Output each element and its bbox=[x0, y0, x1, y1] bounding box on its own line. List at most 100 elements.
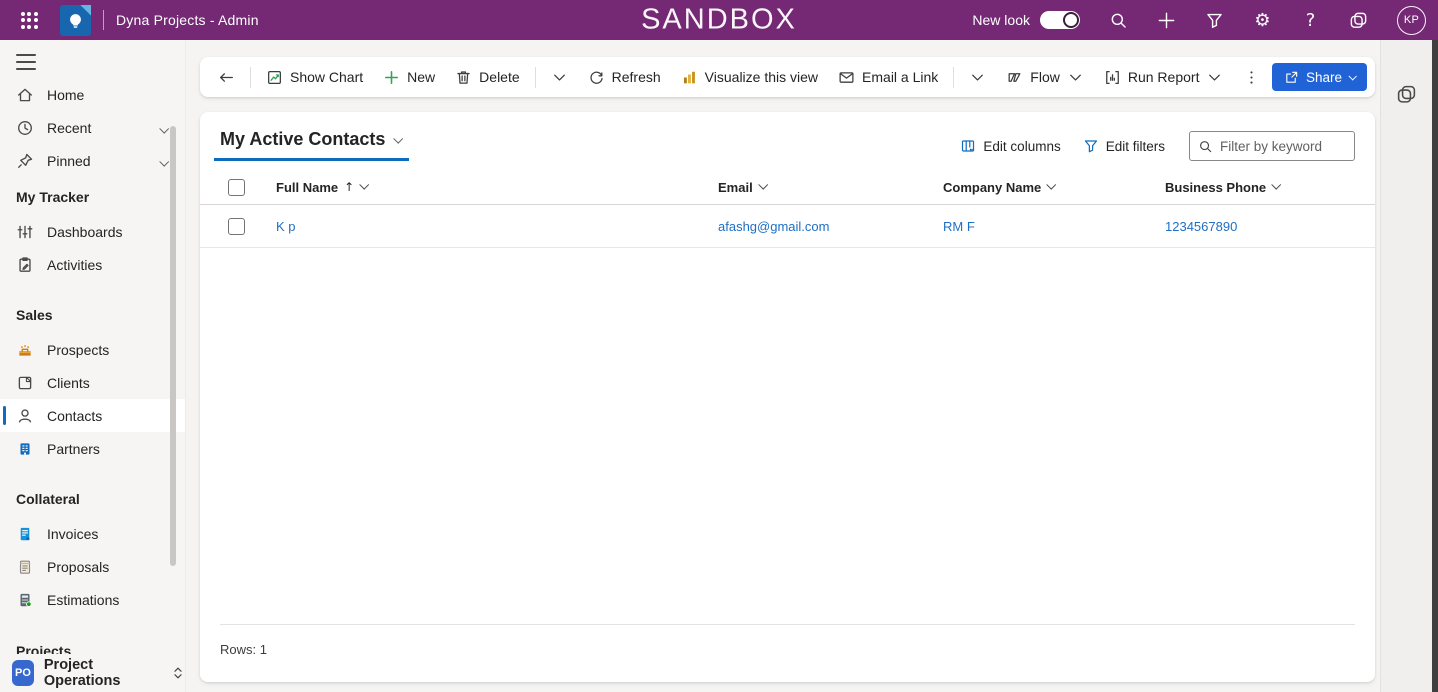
column-header-email[interactable]: Email bbox=[708, 180, 933, 195]
app-launcher-waffle-icon[interactable] bbox=[10, 1, 48, 39]
activities-icon bbox=[16, 256, 34, 274]
sidebar-item-dashboards[interactable]: Dashboards bbox=[0, 215, 185, 248]
cmd-show-chart-button[interactable]: Show Chart bbox=[256, 62, 373, 92]
cmd-new-button[interactable]: New bbox=[373, 62, 445, 92]
sidebar-item-label: Activities bbox=[47, 257, 102, 273]
chevron-down-icon bbox=[551, 69, 568, 86]
chevron-down-icon bbox=[394, 134, 404, 144]
cmd-more-commands-button[interactable] bbox=[1233, 62, 1270, 92]
toggle-switch[interactable] bbox=[1040, 11, 1080, 29]
sidebar-item-partners[interactable]: Partners bbox=[0, 432, 185, 465]
share-button[interactable]: Share bbox=[1272, 63, 1367, 91]
cell-business-phone-link[interactable]: 1234567890 bbox=[1165, 219, 1237, 234]
search-icon[interactable] bbox=[1109, 11, 1128, 30]
copilot-icon[interactable] bbox=[1349, 11, 1368, 30]
cmd-flow-button[interactable]: Flow bbox=[996, 62, 1094, 92]
column-header-company-name[interactable]: Company Name bbox=[933, 180, 1155, 195]
sidebar-item-invoices[interactable]: Invoices bbox=[0, 517, 185, 550]
sidebar-item-activities[interactable]: Activities bbox=[0, 248, 185, 281]
view-selector[interactable]: My Active Contacts bbox=[214, 125, 409, 161]
column-label: Company Name bbox=[943, 180, 1041, 195]
sidebar-item-label: Estimations bbox=[47, 592, 119, 608]
area-switcher-chevrons-icon bbox=[171, 666, 185, 680]
cmd-label: Flow bbox=[1030, 69, 1060, 85]
cmd-run-report-button[interactable]: Run Report bbox=[1094, 62, 1234, 92]
run-report-icon bbox=[1104, 69, 1121, 86]
cmd-label: Refresh bbox=[612, 69, 661, 85]
cmd-visualize-this-view-button[interactable]: Visualize this view bbox=[671, 62, 828, 92]
command-bar: Show Chart New Delete Refresh Visualize this… bbox=[200, 57, 1375, 97]
delete-icon bbox=[455, 69, 472, 86]
flow-icon bbox=[1006, 69, 1023, 86]
environment-banner[interactable]: SANDBOX bbox=[641, 4, 797, 37]
sidebar-item-label: Dashboards bbox=[47, 224, 123, 240]
cmd-label: Visualize this view bbox=[705, 69, 818, 85]
cmd-refresh-button[interactable]: Refresh bbox=[578, 62, 671, 92]
new-look-toggle[interactable]: New look bbox=[972, 11, 1080, 29]
filter-icon[interactable] bbox=[1205, 11, 1224, 30]
cmd-label: Delete bbox=[479, 69, 519, 85]
cmd-label: Email a Link bbox=[862, 69, 938, 85]
cmd-delete-overflow-button[interactable] bbox=[541, 62, 578, 92]
contacts-icon bbox=[16, 407, 34, 425]
home-icon bbox=[16, 86, 34, 104]
commandbar-divider bbox=[250, 67, 251, 88]
table-row[interactable]: K p afashg@gmail.com RM F 1234567890 bbox=[200, 205, 1375, 248]
cell-full-name-link[interactable]: K p bbox=[276, 219, 296, 234]
app-logo-icon[interactable] bbox=[60, 5, 91, 36]
window-edge-strip bbox=[1432, 40, 1438, 692]
sidebar-item-pinned[interactable]: Pinned bbox=[0, 144, 185, 177]
filter-by-keyword-input[interactable] bbox=[1220, 139, 1340, 154]
commandbar-divider bbox=[535, 67, 536, 88]
clients-icon bbox=[16, 374, 34, 392]
cmd-label: Show Chart bbox=[290, 69, 363, 85]
column-label: Full Name bbox=[276, 180, 338, 195]
sidebar-scrollbar[interactable] bbox=[170, 126, 176, 566]
column-header-business-phone[interactable]: Business Phone bbox=[1155, 180, 1375, 195]
cmd-email-a-link-button[interactable]: Email a Link bbox=[828, 62, 948, 92]
prospects-icon bbox=[16, 341, 34, 359]
edit-filters-icon bbox=[1083, 138, 1099, 154]
sidebar-item-contacts[interactable]: Contacts bbox=[0, 399, 185, 432]
edit-columns-button[interactable]: Edit columns bbox=[960, 138, 1060, 154]
cmd-delete-button[interactable]: Delete bbox=[445, 62, 529, 92]
sidebar-item-clients[interactable]: Clients bbox=[0, 366, 185, 399]
chevron-down-icon bbox=[359, 180, 369, 190]
add-icon[interactable] bbox=[1157, 11, 1176, 30]
sidebar-item-prospects[interactable]: Prospects bbox=[0, 333, 185, 366]
help-icon[interactable]: ? bbox=[1301, 11, 1320, 30]
sidebar-item-estimations[interactable]: Estimations bbox=[0, 583, 185, 616]
cmd-email-overflow-button[interactable] bbox=[959, 62, 996, 92]
row-checkbox[interactable] bbox=[228, 218, 245, 235]
share-label: Share bbox=[1306, 70, 1342, 85]
sort-ascending-icon: ↑ bbox=[344, 180, 354, 194]
app-title[interactable]: Dyna Projects - Admin bbox=[116, 12, 259, 28]
copilot-icon[interactable] bbox=[1396, 84, 1417, 105]
cmd-back-button[interactable] bbox=[208, 62, 245, 92]
cmd-label: Run Report bbox=[1128, 69, 1200, 85]
dashboards-icon bbox=[16, 223, 34, 241]
cmd-label: New bbox=[407, 69, 435, 85]
area-switcher[interactable]: PO Project Operations bbox=[0, 654, 185, 692]
sidebar-item-recent[interactable]: Recent bbox=[0, 111, 185, 144]
email-icon bbox=[838, 69, 855, 86]
sidebar-item-proposals[interactable]: Proposals bbox=[0, 550, 185, 583]
invoices-icon bbox=[16, 525, 34, 543]
cell-email-link[interactable]: afashg@gmail.com bbox=[718, 219, 829, 234]
cell-company-name-link[interactable]: RM F bbox=[943, 219, 975, 234]
select-all-checkbox[interactable] bbox=[228, 179, 245, 196]
edit-filters-button[interactable]: Edit filters bbox=[1083, 138, 1165, 154]
refresh-icon bbox=[588, 69, 605, 86]
proposals-icon bbox=[16, 558, 34, 576]
column-header-full-name[interactable]: Full Name ↑ bbox=[266, 180, 708, 195]
grid-view-card: My Active Contacts Edit columns Edit fil… bbox=[200, 112, 1375, 682]
sidebar-item-home[interactable]: Home bbox=[0, 78, 185, 111]
collapse-sitemap-icon[interactable] bbox=[16, 54, 36, 70]
user-avatar[interactable]: KP bbox=[1397, 6, 1426, 35]
visualize-icon bbox=[681, 69, 698, 86]
copilot-side-rail bbox=[1380, 40, 1432, 692]
settings-icon[interactable]: ⚙ bbox=[1253, 11, 1272, 30]
contacts-grid: Full Name ↑ Email Company Name Business Phon… bbox=[200, 170, 1375, 248]
chevron-down-icon bbox=[758, 180, 768, 190]
filter-by-keyword-box[interactable] bbox=[1189, 131, 1355, 161]
